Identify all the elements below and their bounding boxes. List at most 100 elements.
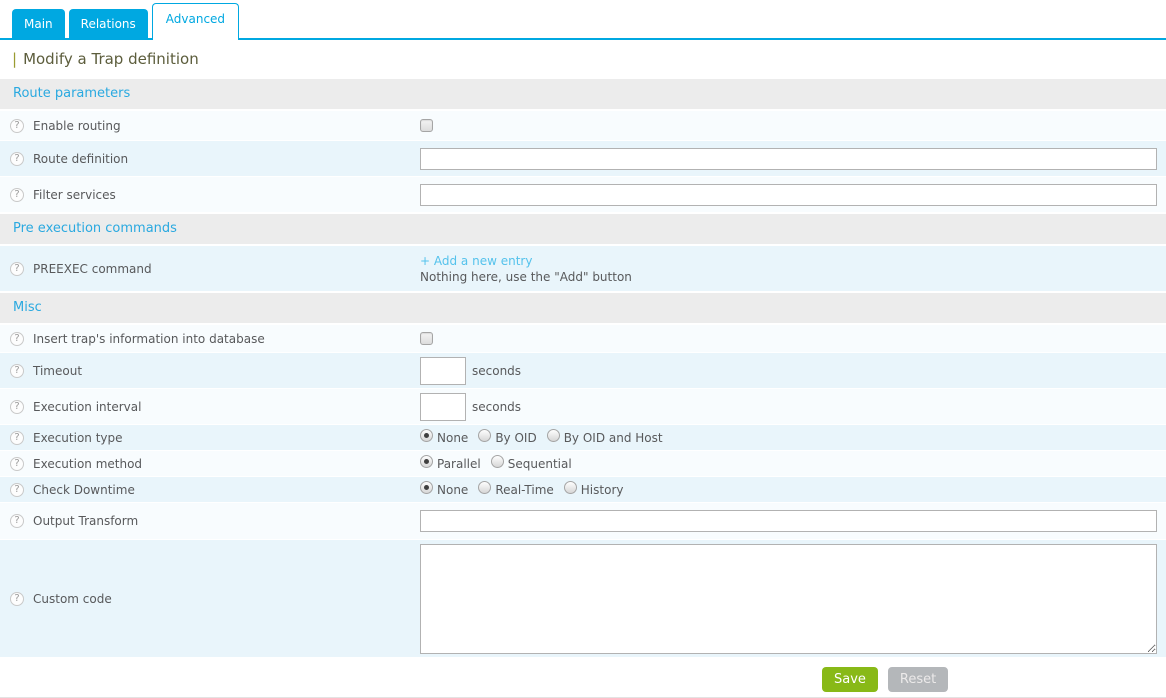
control-cell: None Real-Time History: [420, 477, 1166, 502]
radio-option: None: [420, 431, 468, 445]
field-label-execution-interval: Execution interval: [33, 400, 141, 414]
route-definition-input[interactable]: [420, 148, 1157, 170]
control-cell: [420, 503, 1166, 539]
help-icon[interactable]: ?: [10, 592, 24, 606]
enable-routing-checkbox[interactable]: [420, 119, 433, 132]
control-cell: seconds: [420, 353, 1166, 388]
check-downtime-real-time-radio[interactable]: [478, 481, 491, 494]
control-cell: [420, 177, 1166, 212]
radio-label: Sequential: [508, 457, 572, 471]
label-cell: ? Execution interval: [0, 389, 420, 424]
tab-advanced[interactable]: Advanced: [152, 3, 239, 40]
save-button[interactable]: Save: [822, 667, 878, 692]
control-cell: [420, 540, 1166, 657]
help-icon[interactable]: ?: [10, 119, 24, 133]
label-cell: ? Check Downtime: [0, 477, 420, 502]
title-pipe: |: [12, 50, 17, 68]
form-row-execution-method: ? Execution method Parallel Sequential: [0, 451, 1166, 476]
execution-method-parallel-radio[interactable]: [420, 455, 433, 468]
reset-button[interactable]: Reset: [888, 667, 948, 692]
help-icon[interactable]: ?: [10, 400, 24, 414]
form-row-route-definition: ? Route definition: [0, 141, 1166, 176]
execution-method-sequential-radio[interactable]: [491, 455, 504, 468]
radio-label: None: [437, 483, 468, 497]
check-downtime-none-radio[interactable]: [420, 481, 433, 494]
form-row-output-transform: ? Output Transform: [0, 503, 1166, 539]
radio-label: By OID and Host: [564, 431, 663, 445]
add-new-entry-link[interactable]: + Add a new entry: [420, 254, 532, 268]
label-cell: ? Insert trap's information into databas…: [0, 325, 420, 352]
radio-option: Parallel: [420, 457, 481, 471]
execution-interval-unit-label: seconds: [472, 400, 521, 414]
help-icon[interactable]: ?: [10, 483, 24, 497]
form-row-execution-interval: ? Execution interval seconds: [0, 389, 1166, 424]
form-row-check-downtime: ? Check Downtime None Real-Time History: [0, 477, 1166, 502]
help-icon[interactable]: ?: [10, 514, 24, 528]
control-cell: + Add a new entry Nothing here, use the …: [420, 246, 1166, 291]
field-label-custom-code: Custom code: [33, 592, 112, 606]
help-icon[interactable]: ?: [10, 152, 24, 166]
form-row-preexec-command: ? PREEXEC command + Add a new entry Noth…: [0, 246, 1166, 291]
radio-label: Parallel: [437, 457, 481, 471]
form-row-filter-services: ? Filter services: [0, 177, 1166, 212]
execution-type-none-radio[interactable]: [420, 429, 433, 442]
execution-type-by-oid-radio[interactable]: [478, 429, 491, 442]
filter-services-input[interactable]: [420, 184, 1157, 206]
page-title: |Modify a Trap definition: [0, 40, 1166, 77]
section-header-pre-execution-commands: Pre execution commands: [0, 214, 1166, 244]
field-label-execution-type: Execution type: [33, 431, 123, 445]
radio-label: None: [437, 431, 468, 445]
insert-trap-info-checkbox[interactable]: [420, 332, 433, 345]
help-icon[interactable]: ?: [10, 364, 24, 378]
label-cell: ? Execution type: [0, 425, 420, 450]
field-label-route-definition: Route definition: [33, 152, 128, 166]
radio-label: Real-Time: [495, 483, 553, 497]
radio-option: None: [420, 483, 468, 497]
form-row-timeout: ? Timeout seconds: [0, 353, 1166, 388]
preexec-empty-text: Nothing here, use the "Add" button: [420, 270, 632, 284]
label-cell: ? Output Transform: [0, 503, 420, 539]
execution-type-by-oid-and-host-radio[interactable]: [547, 429, 560, 442]
help-icon[interactable]: ?: [10, 431, 24, 445]
check-downtime-history-radio[interactable]: [564, 481, 577, 494]
execution-type-radio-group: None By OID By OID and Host: [420, 431, 673, 445]
timeout-input[interactable]: [420, 357, 466, 385]
control-cell: None By OID By OID and Host: [420, 425, 1166, 450]
custom-code-textarea[interactable]: [420, 544, 1157, 654]
tab-relations[interactable]: Relations: [69, 9, 148, 38]
help-icon[interactable]: ?: [10, 457, 24, 471]
form-row-insert-trap-info: ? Insert trap's information into databas…: [0, 325, 1166, 352]
control-cell: [420, 111, 1166, 140]
control-cell: Parallel Sequential: [420, 451, 1166, 476]
help-icon[interactable]: ?: [10, 332, 24, 346]
label-cell: ? PREEXEC command: [0, 246, 420, 291]
help-icon[interactable]: ?: [10, 188, 24, 202]
field-label-enable-routing: Enable routing: [33, 119, 121, 133]
field-label-insert-trap-info: Insert trap's information into database: [33, 332, 265, 346]
field-label-check-downtime: Check Downtime: [33, 483, 135, 497]
field-label-execution-method: Execution method: [33, 457, 142, 471]
help-icon[interactable]: ?: [10, 262, 24, 276]
radio-label: By OID: [495, 431, 536, 445]
radio-label: History: [581, 483, 624, 497]
control-cell: [420, 141, 1166, 176]
label-cell: ? Filter services: [0, 177, 420, 212]
output-transform-input[interactable]: [420, 510, 1157, 532]
control-cell: seconds: [420, 389, 1166, 424]
field-label-filter-services: Filter services: [33, 188, 116, 202]
form-row-custom-code: ? Custom code: [0, 540, 1166, 657]
section-header-misc: Misc: [0, 293, 1166, 323]
field-label-output-transform: Output Transform: [33, 514, 138, 528]
tab-main[interactable]: Main: [12, 9, 65, 38]
form-row-enable-routing: ? Enable routing: [0, 111, 1166, 140]
check-downtime-radio-group: None Real-Time History: [420, 483, 633, 497]
radio-option: By OID and Host: [547, 431, 663, 445]
execution-method-radio-group: Parallel Sequential: [420, 457, 582, 471]
timeout-unit-label: seconds: [472, 364, 521, 378]
field-label-timeout: Timeout: [33, 364, 82, 378]
radio-option: By OID: [478, 431, 536, 445]
label-cell: ? Route definition: [0, 141, 420, 176]
field-label-preexec-command: PREEXEC command: [33, 262, 152, 276]
label-cell: ? Timeout: [0, 353, 420, 388]
execution-interval-input[interactable]: [420, 393, 466, 421]
